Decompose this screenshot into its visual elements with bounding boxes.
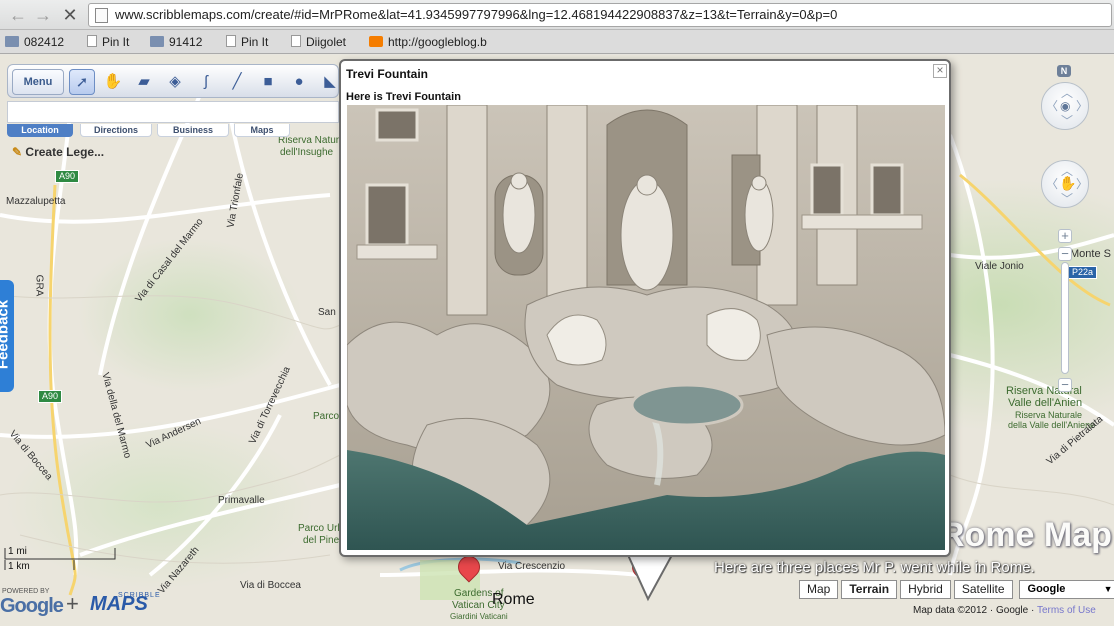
page-icon xyxy=(226,35,236,47)
map-label: Rome xyxy=(492,591,535,608)
map-attribution: Map data ©2012 · Google · Terms of Use xyxy=(913,605,1096,616)
create-legend-link[interactable]: ✎ Create Lege... xyxy=(12,145,104,159)
bookmarks-bar: 082412 Pin It 91412 Pin It Diigolet http… xyxy=(0,30,1114,54)
chevron-up-icon[interactable]: ︿ xyxy=(1061,87,1073,99)
map-type-control: Map Terrain Hybrid Satellite Google ▼ xyxy=(799,580,1114,599)
map-title: Rome Map xyxy=(940,516,1112,554)
zoom-out-button[interactable]: − xyxy=(1058,378,1072,392)
bookmark-item[interactable]: 082412 xyxy=(5,34,64,50)
trevi-fountain-photo xyxy=(347,105,945,550)
scribblemaps-logo[interactable]: MAPS xyxy=(90,593,148,616)
tab-location[interactable]: Location xyxy=(7,124,73,137)
circle-icon[interactable]: ● xyxy=(286,69,312,95)
chevron-down-icon[interactable]: ﹀ xyxy=(1061,115,1073,127)
fountain-illustration xyxy=(347,105,945,550)
folder-icon xyxy=(150,36,164,47)
fill-icon[interactable]: ◈ xyxy=(162,69,188,95)
map-label: dell'Insughe xyxy=(280,147,334,158)
map-label: Giardini Vaticani xyxy=(450,612,508,621)
drawing-toolbar: Menu ➚ ✋ ▰ ◈ ʃ ╱ ■ ● ◣ xyxy=(7,64,339,98)
map-type-map-button[interactable]: Map xyxy=(799,580,839,599)
bookmark-item[interactable]: http://googleblog.b xyxy=(369,34,487,50)
hand-icon: ✋ xyxy=(1059,175,1077,191)
google-logo[interactable]: Google xyxy=(0,595,64,618)
eye-icon: ◉ xyxy=(1060,99,1071,113)
tab-maps[interactable]: Maps xyxy=(234,124,290,137)
forward-icon[interactable]: → xyxy=(33,5,53,25)
infowindow-tail xyxy=(628,555,674,602)
map-provider-select[interactable]: Google ▼ xyxy=(1018,580,1114,599)
zoom-in-button[interactable]: + xyxy=(1058,229,1072,243)
chevron-right-icon[interactable]: 〉 xyxy=(1076,100,1088,112)
map-label: Riserva Naturale xyxy=(1015,410,1083,420)
north-indicator[interactable]: N xyxy=(1057,65,1071,77)
eraser-icon[interactable]: ▰ xyxy=(131,69,157,95)
zoom-slider[interactable] xyxy=(1061,262,1069,374)
chevron-down-icon[interactable]: ﹀ xyxy=(1061,193,1073,205)
stop-icon[interactable]: ✕ xyxy=(60,5,80,25)
infowindow-description: Here is Trevi Fountain xyxy=(346,91,461,103)
map-label: del Pinet xyxy=(303,535,342,546)
chevron-left-icon[interactable]: 〈 xyxy=(1046,100,1058,112)
map-label: San xyxy=(318,307,336,318)
pointer-icon[interactable]: ➚ xyxy=(69,69,95,95)
map-label: Monte S xyxy=(1070,248,1111,260)
route-shield: A90 xyxy=(55,170,80,183)
pan-control[interactable]: ︿ 〈 ✋ 〉 ﹀ xyxy=(1041,160,1089,208)
map-label: Primavalle xyxy=(218,495,265,506)
info-window: Trevi Fountain Here is Trevi Fountain × xyxy=(339,59,951,557)
street-view-control[interactable]: ︿ 〈 ◉ 〉 ﹀ xyxy=(1041,82,1089,130)
plus-icon: + xyxy=(66,591,79,616)
powered-by-label: POWERED BY xyxy=(2,588,50,595)
close-icon[interactable]: × xyxy=(933,64,947,78)
rectangle-icon[interactable]: ■ xyxy=(255,69,281,95)
route-shield: P22a xyxy=(1068,266,1098,279)
map-marker[interactable] xyxy=(453,551,485,586)
route-shield: A90 xyxy=(38,390,63,403)
menu-button[interactable]: Menu xyxy=(12,69,64,95)
bookmark-item[interactable]: Pin It xyxy=(226,34,268,50)
blogger-icon xyxy=(369,36,383,47)
map-type-terrain-button[interactable]: Terrain xyxy=(841,580,898,599)
map-label: Viale Jonio xyxy=(975,261,1024,272)
chevron-right-icon[interactable]: 〉 xyxy=(1076,178,1088,190)
folder-icon xyxy=(5,36,19,47)
zoom-in-step[interactable]: − xyxy=(1058,247,1072,261)
map-type-satellite-button[interactable]: Satellite xyxy=(953,580,1013,599)
location-search-input[interactable] xyxy=(7,101,339,123)
freehand-icon[interactable]: ʃ xyxy=(193,69,219,95)
map-description: Here are three places Mr P. went while i… xyxy=(714,559,1035,576)
scale-bar: 1 mi 1 km xyxy=(4,546,116,574)
map-label: Mazzalupetta xyxy=(6,196,66,207)
page-icon xyxy=(87,35,97,47)
infowindow-title: Trevi Fountain xyxy=(346,67,429,81)
address-bar[interactable]: www.scribblemaps.com/create/#id=MrPRome&… xyxy=(88,3,1112,27)
line-icon[interactable]: ╱ xyxy=(224,69,250,95)
back-icon[interactable]: ← xyxy=(8,5,28,25)
feedback-tab[interactable]: Feedback xyxy=(0,280,14,392)
map-label: GRA xyxy=(33,274,45,297)
url-text: www.scribblemaps.com/create/#id=MrPRome&… xyxy=(115,7,838,22)
map-label: Via Crescenzio xyxy=(498,561,566,572)
tab-business[interactable]: Business xyxy=(157,124,229,137)
map-label: Via di Boccea xyxy=(240,580,301,591)
search-tabs: Location Directions Business Maps xyxy=(7,124,339,137)
chevron-down-icon: ▼ xyxy=(1103,584,1113,594)
terms-link[interactable]: Terms of Use xyxy=(1037,605,1096,616)
tab-directions[interactable]: Directions xyxy=(80,124,152,137)
pencil-icon: ✎ xyxy=(12,145,23,159)
browser-toolbar: ← → ✕ www.scribblemaps.com/create/#id=Mr… xyxy=(0,0,1114,30)
page-icon xyxy=(95,8,108,23)
page-icon xyxy=(291,35,301,47)
hand-icon[interactable]: ✋ xyxy=(100,69,126,95)
bookmark-item[interactable]: Pin It xyxy=(87,34,129,50)
chevron-left-icon[interactable]: 〈 xyxy=(1046,178,1058,190)
bookmark-item[interactable]: 91412 xyxy=(150,34,202,50)
map-label: Valle dell'Anien xyxy=(1008,397,1083,409)
bookmark-item[interactable]: Diigolet xyxy=(291,34,346,50)
map-type-hybrid-button[interactable]: Hybrid xyxy=(900,580,951,599)
